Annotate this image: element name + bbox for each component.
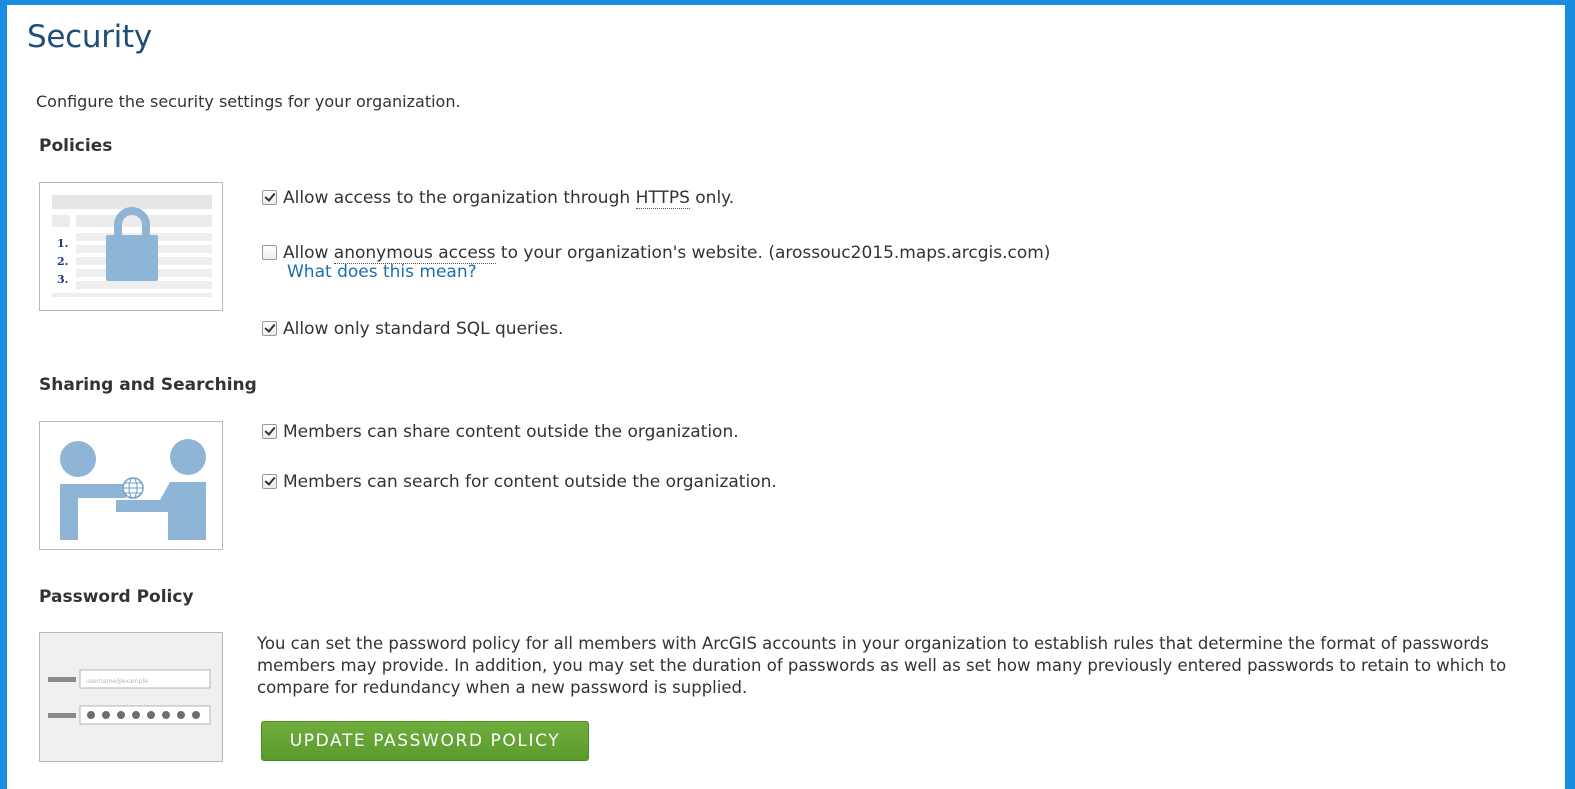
what-does-this-mean-link[interactable]: What does this mean? bbox=[287, 262, 477, 282]
share-outside-option: Members can share content outside the or… bbox=[262, 421, 739, 443]
https-checkbox[interactable] bbox=[262, 190, 277, 205]
anonymous-label-end: to your organization's website. (arossou… bbox=[500, 243, 1051, 263]
anonymous-access-checkbox[interactable] bbox=[262, 245, 277, 260]
globe-icon bbox=[122, 477, 144, 499]
https-option: Allow access to the organization through… bbox=[262, 187, 734, 209]
share-outside-checkbox[interactable] bbox=[262, 424, 277, 439]
search-outside-checkbox[interactable] bbox=[262, 474, 277, 489]
update-password-policy-button[interactable]: UPDATE PASSWORD POLICY bbox=[261, 721, 589, 761]
anonymous-access-abbr: anonymous access bbox=[333, 243, 496, 264]
list-number-1: 1. bbox=[57, 237, 68, 250]
anonymous-option: Allow anonymous access to your organizat… bbox=[262, 242, 1050, 264]
anonymous-label-start: Allow bbox=[283, 243, 329, 263]
sql-option: Allow only standard SQL queries. bbox=[262, 318, 563, 340]
https-label-start: Allow access to the organization through bbox=[283, 188, 631, 208]
list-number-3: 3. bbox=[57, 273, 68, 286]
page-intro: Configure the security settings for your… bbox=[36, 92, 461, 111]
person-left-icon bbox=[60, 441, 126, 540]
policies-illustration: 1. 2. 3. bbox=[39, 182, 223, 311]
policies-heading: Policies bbox=[39, 136, 113, 156]
password-policy-heading: Password Policy bbox=[39, 587, 194, 607]
search-outside-label: Members can search for content outside t… bbox=[283, 472, 777, 492]
search-outside-option: Members can search for content outside t… bbox=[262, 471, 777, 493]
sharing-heading: Sharing and Searching bbox=[39, 375, 257, 395]
share-outside-label: Members can share content outside the or… bbox=[283, 422, 739, 442]
password-illustration: username@example bbox=[39, 632, 223, 762]
sharing-illustration bbox=[39, 421, 223, 550]
list-number-2: 2. bbox=[57, 255, 68, 268]
password-policy-description: You can set the password policy for all … bbox=[257, 634, 1507, 697]
https-abbr: HTTPS bbox=[635, 188, 690, 209]
security-panel: Security Configure the security settings… bbox=[7, 5, 1565, 789]
https-label-end: only. bbox=[695, 188, 735, 208]
page-title: Security bbox=[27, 19, 152, 55]
sql-label: Allow only standard SQL queries. bbox=[283, 319, 564, 339]
username-placeholder-text: username@example bbox=[86, 678, 148, 685]
sql-checkbox[interactable] bbox=[262, 321, 277, 336]
